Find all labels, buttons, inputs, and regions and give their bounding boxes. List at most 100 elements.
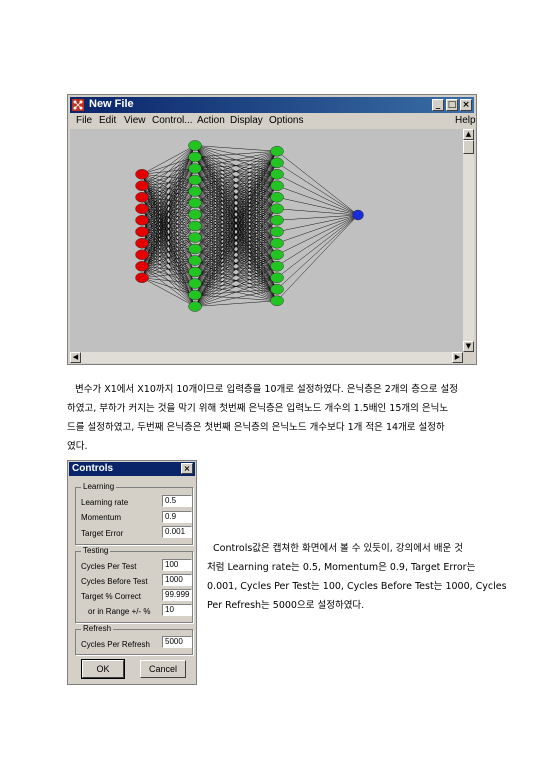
dialog-title: Controls [72, 463, 114, 474]
description-paragraph: 변수가 X1에서 X10까지 10개이므로 입력층을 10개로 설정하였다. 은… [67, 380, 477, 456]
hidden1-node[interactable] [188, 209, 202, 220]
cycles-per-refresh-field[interactable]: 5000 [162, 636, 192, 648]
cancel-button[interactable]: Cancel [140, 660, 186, 678]
target-error-label: Target Error [81, 529, 124, 538]
menu-view[interactable]: View [124, 115, 146, 126]
momentum-label: Momentum [81, 513, 122, 522]
menu-bar: File Edit View Control... Action Display… [70, 114, 476, 128]
cycles-per-test-field[interactable]: 100 [162, 559, 192, 571]
group-label: Refresh [81, 624, 114, 633]
connection-line [276, 214, 359, 301]
controls-description: Controls값은 캡쳐한 화면에서 볼 수 있듯이, 강의에서 배운 것 처… [207, 539, 507, 615]
hidden2-node[interactable] [270, 215, 284, 226]
title-bar[interactable]: New File _ □ × [70, 97, 474, 113]
cycles-before-test-label: Cycles Before Test [81, 577, 148, 586]
momentum-field[interactable]: 0.9 [162, 511, 192, 523]
close-button[interactable]: × [460, 99, 472, 111]
connection-line [276, 214, 359, 255]
menu-file[interactable]: File [76, 115, 92, 126]
hidden2-node[interactable] [270, 249, 284, 260]
menu-display[interactable]: Display [230, 115, 263, 126]
input-node[interactable] [135, 203, 149, 214]
connection-line [194, 145, 278, 152]
connection-line [194, 300, 278, 307]
hidden2-node[interactable] [270, 284, 284, 295]
input-node[interactable] [135, 238, 149, 249]
hidden2-node[interactable] [270, 180, 284, 191]
hidden1-node[interactable] [188, 289, 202, 301]
vertical-scroll-thumb[interactable] [463, 140, 474, 154]
input-node[interactable] [135, 249, 149, 260]
group-label: Learning [81, 482, 117, 491]
target-correct-field[interactable]: 99.999 [162, 589, 192, 601]
connection-line [276, 174, 359, 216]
maximize-button[interactable]: □ [446, 99, 458, 111]
hidden1-node[interactable] [188, 220, 202, 232]
input-node[interactable] [135, 215, 149, 226]
input-node[interactable] [135, 169, 149, 180]
hidden2-node[interactable] [270, 261, 284, 272]
scroll-left-arrow[interactable]: ◀ [70, 352, 81, 363]
learning-group: Learning Learning rate 0.5 Momentum 0.9 … [75, 482, 193, 545]
menu-action[interactable]: Action [197, 115, 225, 126]
hidden2-node[interactable] [270, 157, 284, 168]
testing-group: Testing Cycles Per Test 100 Cycles Befor… [75, 546, 193, 623]
network-canvas [70, 129, 463, 352]
connection-line [276, 162, 359, 216]
hidden2-node[interactable] [270, 295, 284, 306]
hidden2-node[interactable] [270, 192, 284, 203]
connection-line [194, 151, 278, 158]
ok-button[interactable]: OK [81, 659, 125, 679]
input-node[interactable] [135, 192, 149, 203]
cycles-before-test-field[interactable]: 1000 [162, 574, 192, 586]
scroll-right-arrow[interactable]: ▶ [452, 352, 463, 363]
hidden1-node[interactable] [188, 266, 202, 278]
hidden1-node[interactable] [188, 174, 202, 186]
menu-options[interactable]: Options [269, 115, 303, 126]
target-error-field[interactable]: 0.001 [162, 526, 192, 538]
controls-dialog: Controls × Learning Learning rate 0.5 Mo… [67, 460, 197, 685]
input-node[interactable] [135, 261, 149, 272]
hidden2-node[interactable] [270, 169, 284, 180]
window-title: New File [89, 98, 134, 110]
hidden2-node[interactable] [270, 226, 284, 237]
dialog-close-button[interactable]: × [181, 463, 193, 474]
paragraph-line: 변수가 X1에서 X10까지 10개이므로 입력층을 10개로 설정하였다. 은… [75, 384, 459, 395]
minimize-button[interactable]: _ [432, 99, 444, 111]
hidden1-node[interactable] [188, 278, 202, 289]
dialog-title-bar[interactable]: Controls × [69, 462, 195, 476]
hidden1-node[interactable] [188, 163, 202, 174]
hidden2-node[interactable] [270, 203, 284, 214]
vertical-scrollbar[interactable]: ▲ ▼ [463, 129, 474, 352]
hidden1-node[interactable] [188, 151, 202, 163]
hidden1-node[interactable] [188, 197, 202, 209]
input-node[interactable] [135, 226, 149, 237]
hidden1-node[interactable] [188, 301, 202, 312]
hidden1-node[interactable] [188, 140, 202, 151]
side-text-line: 처럼 Learning rate는 0.5, Momentum은 0.9, Ta… [207, 562, 476, 573]
hidden2-node[interactable] [270, 238, 284, 249]
hidden1-node[interactable] [188, 232, 202, 243]
input-node[interactable] [135, 272, 149, 283]
output-node[interactable] [352, 209, 364, 221]
range-field[interactable]: 10 [162, 604, 192, 616]
hidden1-node[interactable] [188, 186, 202, 197]
hidden1-node[interactable] [188, 255, 202, 266]
horizontal-scrollbar[interactable]: ◀ ▶ [70, 352, 463, 363]
menu-control[interactable]: Control... [152, 115, 193, 126]
scroll-down-arrow[interactable]: ▼ [463, 341, 474, 352]
scroll-up-arrow[interactable]: ▲ [463, 129, 474, 140]
connection-line [276, 151, 359, 216]
menu-edit[interactable]: Edit [99, 115, 116, 126]
menu-help[interactable]: Help [455, 115, 476, 126]
learning-rate-field[interactable]: 0.5 [162, 495, 192, 507]
hidden1-node[interactable] [188, 243, 202, 255]
connection-line [276, 214, 359, 267]
input-node[interactable] [135, 180, 149, 191]
paragraph-line: 하였고, 부하가 커지는 것을 막기 위해 첫번째 은닉층은 입력노드 개수의 … [67, 403, 449, 414]
network-window: New File _ □ × File Edit View Control...… [67, 94, 477, 365]
hidden2-node[interactable] [270, 146, 284, 157]
range-label: or in Range +/- % [88, 607, 151, 616]
hidden2-node[interactable] [270, 272, 284, 283]
group-label: Testing [81, 546, 111, 555]
